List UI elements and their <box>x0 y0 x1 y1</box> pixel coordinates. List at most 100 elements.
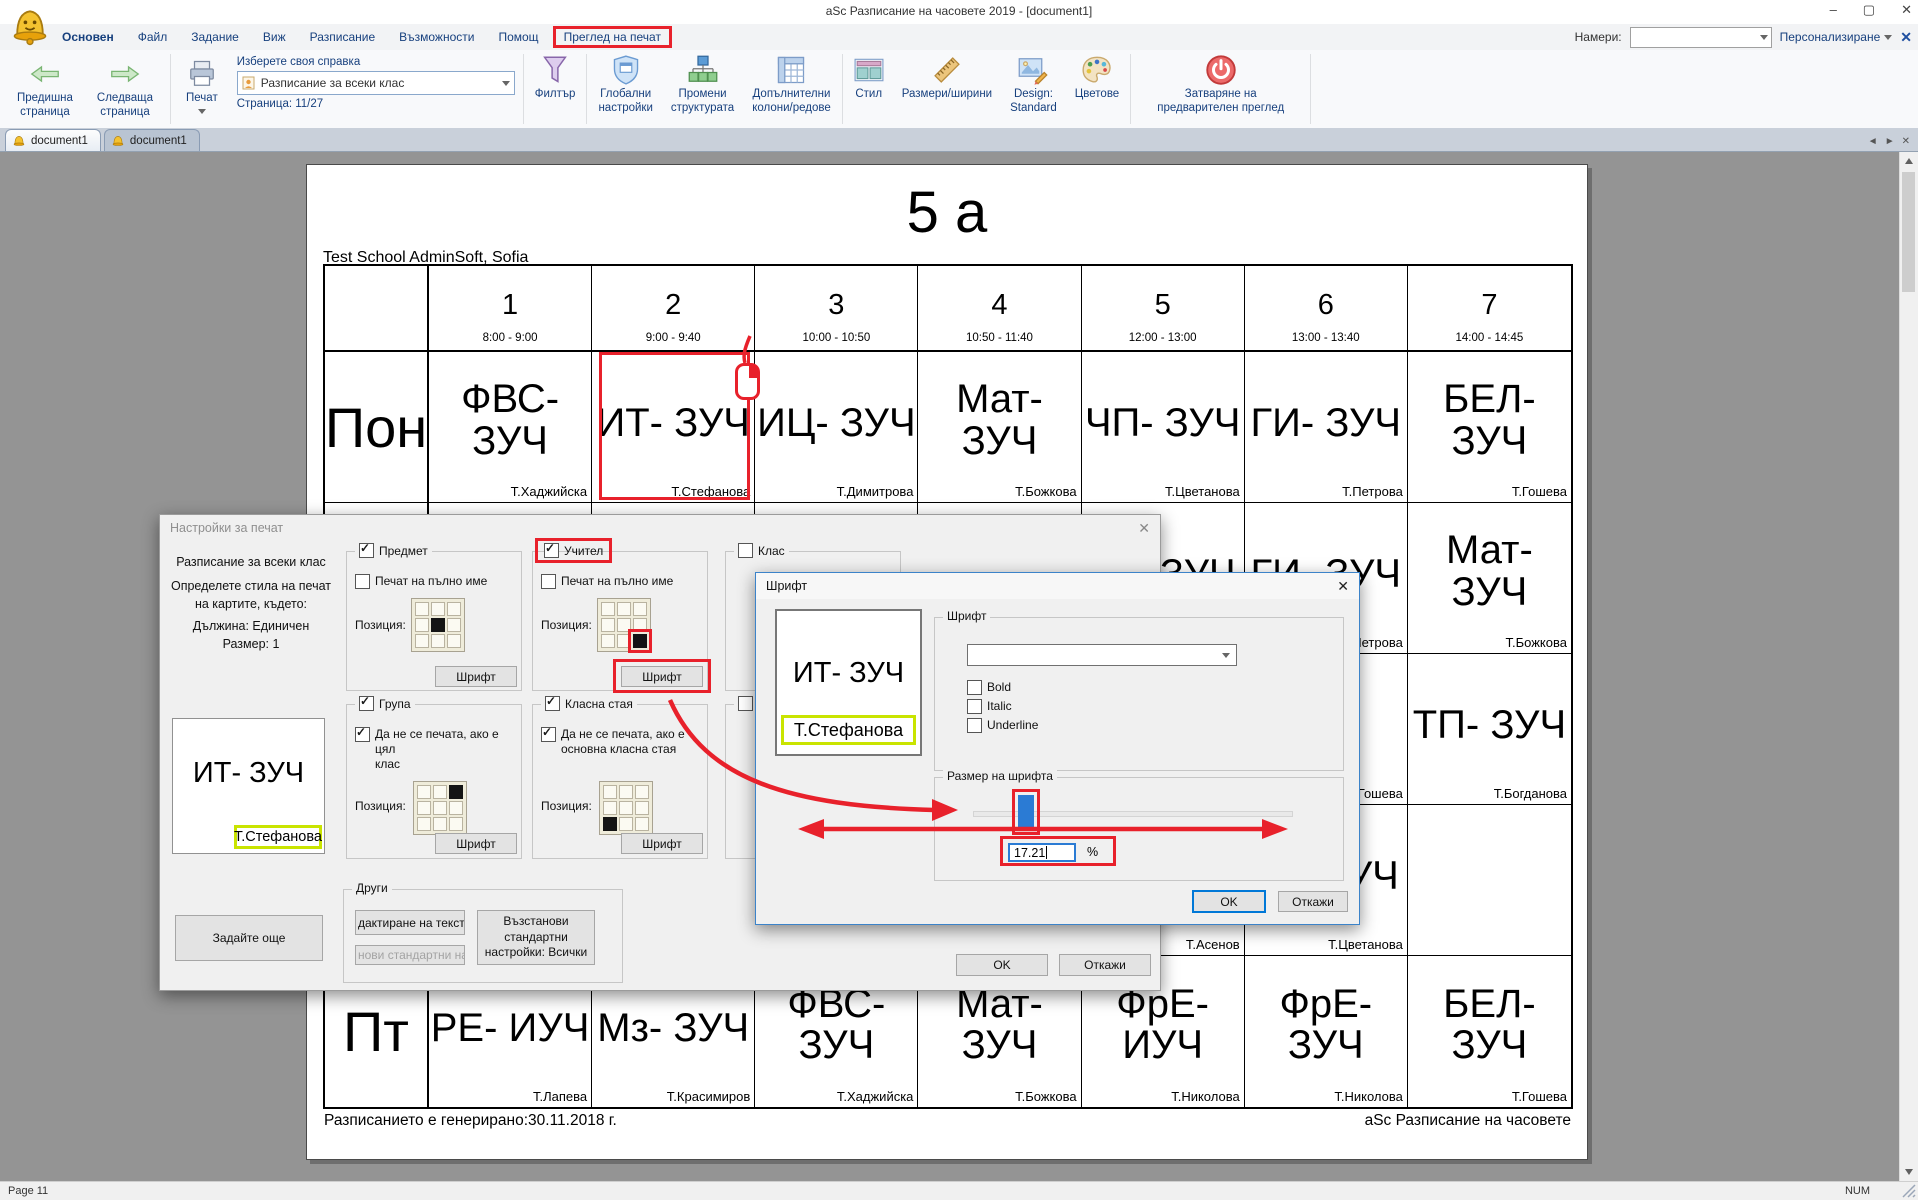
lesson-cell[interactable] <box>1408 805 1571 956</box>
global-settings-button[interactable]: Глобални настройки <box>589 50 661 128</box>
teacher-print-full-row[interactable]: Печат на пълно име <box>541 574 673 589</box>
ribbon-tab-Помощ[interactable]: Помощ <box>488 27 548 47</box>
change-structure-button[interactable]: Промени структурата <box>662 50 743 128</box>
underline-row[interactable]: Underline <box>967 718 1038 733</box>
resize-grip-icon[interactable] <box>1902 1184 1916 1198</box>
position-grid-cell[interactable] <box>619 801 633 815</box>
position-grid-cell[interactable] <box>447 618 461 632</box>
position-grid-cell[interactable] <box>431 618 445 632</box>
position-grid-cell[interactable] <box>433 785 447 799</box>
lesson-cell[interactable]: БЕЛ- ЗУЧТ.Гошева <box>1408 352 1571 503</box>
class-group-header[interactable]: Клас <box>734 543 789 558</box>
classroom-note-checkbox[interactable] <box>541 727 556 742</box>
italic-row[interactable]: Italic <box>967 699 1012 714</box>
lesson-cell[interactable]: ФрЕ- ЗУЧТ.Николова <box>1245 956 1408 1107</box>
teacher-group-header-redbox[interactable]: Учител <box>535 538 612 563</box>
document-tab[interactable]: document1 <box>5 129 101 151</box>
chevron-down-icon[interactable] <box>1222 653 1230 658</box>
maximize-button[interactable]: ▢ <box>1863 2 1875 18</box>
extra-columns-rows-button[interactable]: Допълнителни колони/редове <box>743 50 840 128</box>
group-group-header[interactable]: Група <box>355 696 415 711</box>
personalize-menu[interactable]: Персонализиране <box>1780 30 1893 44</box>
teacher-font-button[interactable]: Шрифт <box>621 666 703 687</box>
position-grid-cell[interactable] <box>635 801 649 815</box>
group-position-grid[interactable] <box>413 781 467 835</box>
design-button[interactable]: Design: Standard <box>1001 50 1066 128</box>
edit-texts-button[interactable]: дактиране на тексто <box>355 910 465 935</box>
tab-scroll-left-icon[interactable]: ◄ <box>1868 136 1878 147</box>
classroom-position-grid[interactable] <box>599 781 653 835</box>
bold-checkbox[interactable] <box>967 680 982 695</box>
position-grid-cell[interactable] <box>447 602 461 616</box>
asc-bell-logo-icon[interactable] <box>8 4 52 48</box>
bold-row[interactable]: Bold <box>967 680 1011 695</box>
scroll-down-icon[interactable] <box>1905 1169 1913 1175</box>
position-grid-cell[interactable] <box>601 618 615 632</box>
teacher-checkbox[interactable] <box>544 543 559 558</box>
subject-position-grid[interactable] <box>411 598 465 652</box>
teacher-print-full-checkbox[interactable] <box>541 574 556 589</box>
position-grid-cell[interactable] <box>415 602 429 616</box>
dialog-title-bar[interactable]: Настройки за печат ✕ <box>160 515 1160 541</box>
extra-group-header[interactable] <box>734 696 757 711</box>
position-grid-cell[interactable] <box>431 634 445 648</box>
lesson-cell[interactable]: ТП- ЗУЧТ.Богданова <box>1408 654 1571 805</box>
position-grid-cell[interactable] <box>447 634 461 648</box>
ribbon-tab-Задание[interactable]: Задание <box>181 27 249 47</box>
scrollbar-thumb[interactable] <box>1902 172 1915 292</box>
document-tab[interactable]: document1 <box>104 129 200 151</box>
subject-print-full-checkbox[interactable] <box>355 574 370 589</box>
position-grid-cell[interactable] <box>635 817 649 831</box>
lesson-cell[interactable]: ИЦ- ЗУЧТ.Димитрова <box>755 352 918 503</box>
subject-print-full-row[interactable]: Печат на пълно име <box>355 574 487 589</box>
font-size-input[interactable]: 17.21 <box>1008 843 1076 862</box>
position-grid-cell[interactable] <box>603 785 617 799</box>
lesson-cell[interactable]: ФВС- ЗУЧТ.Хаджийска <box>429 352 592 503</box>
position-grid-cell[interactable] <box>433 817 447 831</box>
italic-checkbox[interactable] <box>967 699 982 714</box>
font-family-combobox[interactable] <box>967 644 1237 666</box>
classroom-group-header[interactable]: Класна стая <box>541 696 637 711</box>
position-grid-cell[interactable] <box>449 817 463 831</box>
lesson-cell[interactable]: ЧП- ЗУЧТ.Цветанова <box>1082 352 1245 503</box>
position-grid-cell[interactable] <box>633 634 647 648</box>
position-grid-cell[interactable] <box>601 602 615 616</box>
report-combobox[interactable]: Разписание за всеки клас <box>237 71 515 95</box>
lesson-cell[interactable]: БЕЛ- ЗУЧТ.Гошева <box>1408 956 1571 1107</box>
position-grid-cell[interactable] <box>635 785 649 799</box>
ribbon-tab-Виж[interactable]: Виж <box>253 27 296 47</box>
classroom-font-button[interactable]: Шрифт <box>621 833 703 854</box>
position-grid-cell[interactable] <box>617 602 631 616</box>
minimize-button[interactable]: – <box>1830 2 1837 18</box>
font-dialog-cancel-button[interactable]: Откажи <box>1278 891 1348 912</box>
tab-close-icon[interactable]: ✕ <box>1902 136 1910 147</box>
lesson-cell[interactable]: ГИ- ЗУЧТ.Петрова <box>1245 352 1408 503</box>
classroom-checkbox[interactable] <box>545 696 560 711</box>
group-checkbox[interactable] <box>359 696 374 711</box>
vertical-scrollbar[interactable] <box>1899 152 1918 1181</box>
group-note-checkbox[interactable] <box>355 727 370 742</box>
subject-checkbox[interactable] <box>359 543 374 558</box>
chevron-down-icon[interactable] <box>1760 35 1768 40</box>
ribbon-tab-Основен[interactable]: Основен <box>52 27 124 47</box>
print-button[interactable]: Печат <box>177 54 227 128</box>
set-more-button[interactable]: Задайте още <box>175 915 323 961</box>
lesson-cell[interactable]: Мат- ЗУЧТ.Божкова <box>918 352 1081 503</box>
print-dialog-ok-button[interactable]: OK <box>956 954 1048 976</box>
scroll-up-icon[interactable] <box>1905 158 1913 164</box>
tab-scroll-right-icon[interactable]: ► <box>1885 136 1895 147</box>
close-find-icon[interactable]: ✕ <box>1900 29 1912 46</box>
sizes-widths-button[interactable]: Размери/ширини <box>893 50 1001 128</box>
position-grid-cell[interactable] <box>431 602 445 616</box>
position-grid-cell[interactable] <box>617 634 631 648</box>
print-dialog-cancel-button[interactable]: Откажи <box>1059 954 1151 976</box>
position-grid-cell[interactable] <box>601 634 615 648</box>
close-icon[interactable]: ✕ <box>1337 578 1349 595</box>
position-grid-cell[interactable] <box>433 801 447 815</box>
position-grid-cell[interactable] <box>417 817 431 831</box>
group-note-row[interactable]: Да не се печата, ако е цял клас <box>355 727 513 772</box>
position-grid-cell[interactable] <box>603 817 617 831</box>
position-grid-cell[interactable] <box>417 801 431 815</box>
class-checkbox[interactable] <box>738 543 753 558</box>
style-button[interactable]: Стил <box>845 50 893 128</box>
